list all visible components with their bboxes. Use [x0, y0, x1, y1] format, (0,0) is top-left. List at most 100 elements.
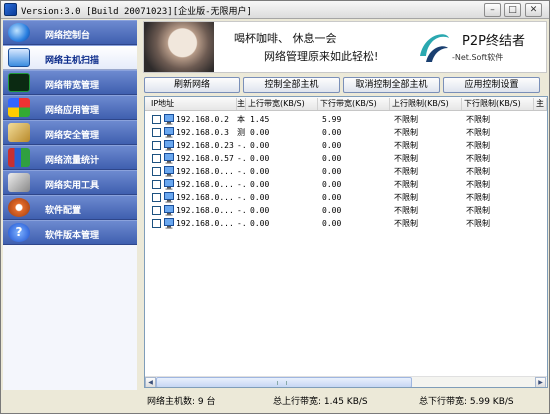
- cell-ip: 192.168.0.57: [176, 154, 234, 163]
- status-total-download: 总下行带宽: 5.99 KB/S: [419, 397, 514, 407]
- host-checkbox[interactable]: [152, 193, 161, 202]
- cell-upload: 0.00: [250, 193, 270, 202]
- sidebar-item-console[interactable]: 网络控制台: [3, 20, 137, 45]
- host-checkbox[interactable]: [152, 115, 161, 124]
- cell-upload-limit: 不限制: [394, 128, 418, 137]
- column-header-name[interactable]: 主: [237, 98, 246, 110]
- table-row[interactable]: 192.168.0.3 测 0.00 0.00 不限制 不限制: [145, 126, 547, 139]
- cell-upload-limit: 不限制: [394, 219, 418, 228]
- host-checkbox[interactable]: [152, 219, 161, 228]
- sidebar-item-label: 网络流量统计: [45, 156, 100, 166]
- cell-download-limit: 不限制: [466, 219, 490, 228]
- status-bar: 网络主机数: 9 台 总上行带宽: 1.45 KB/S 总下行带宽: 5.99 …: [143, 391, 549, 413]
- cell-download: 0.00: [322, 141, 342, 150]
- cell-download-limit: 不限制: [466, 193, 490, 202]
- sidebar-item-label: 网络控制台: [45, 31, 91, 41]
- host-checkbox[interactable]: [152, 206, 161, 215]
- computer-icon: [164, 192, 174, 203]
- cell-download: 0.00: [322, 154, 342, 163]
- cell-name: -.: [237, 219, 246, 228]
- cell-upload: 0.00: [250, 206, 270, 215]
- cancel-control-all-button[interactable]: 取消控制全部主机: [343, 77, 440, 93]
- cell-download: 0.00: [322, 206, 342, 215]
- table-row[interactable]: 192.168.0.2 本 1.45 5.99 不限制 不限制: [145, 113, 547, 126]
- computer-icon: [164, 153, 174, 164]
- scrollbar-thumb[interactable]: [156, 377, 412, 387]
- cell-download: 0.00: [322, 219, 342, 228]
- computer-icon: [164, 127, 174, 138]
- banner: 喝杯咖啡、 休息一会 网络管理原来如此轻松! P2P终结者 -Net.Soft软…: [143, 21, 547, 73]
- column-header-down[interactable]: 下行带宽(KB/S): [318, 98, 390, 110]
- sidebar-item-security[interactable]: 网络安全管理: [3, 120, 137, 145]
- cell-name: -.: [237, 167, 246, 176]
- table-header: IP地址 主 上行带宽(KB/S) 下行带宽(KB/S) 上行限制(KB/S) …: [145, 97, 547, 111]
- sidebar-item-label: 网络应用管理: [45, 106, 100, 116]
- table-row[interactable]: 192.168.0... -. 0.00 0.00 不限制 不限制: [145, 191, 547, 204]
- cell-upload: 0.00: [250, 180, 270, 189]
- sidebar-item-label: 软件版本管理: [45, 231, 100, 241]
- banner-brand: P2P终结者: [462, 34, 525, 49]
- table-row[interactable]: 192.168.0.23 -. 0.00 0.00 不限制 不限制: [145, 139, 547, 152]
- host-checkbox[interactable]: [152, 167, 161, 176]
- host-checkbox[interactable]: [152, 141, 161, 150]
- bar-chart-icon: [8, 148, 30, 167]
- cell-ip: 192.168.0...: [176, 219, 234, 228]
- banner-slogan-2: 网络管理原来如此轻松!: [264, 50, 379, 63]
- sidebar-item-label: 软件配置: [45, 206, 82, 216]
- control-all-hosts-button[interactable]: 控制全部主机: [243, 77, 340, 93]
- sidebar-item-label: 网络主机扫描: [45, 56, 100, 66]
- cell-name: -.: [237, 206, 246, 215]
- tools-icon: [8, 123, 30, 142]
- bandwidth-icon: [8, 73, 30, 92]
- column-header-up[interactable]: 上行带宽(KB/S): [246, 98, 318, 110]
- sidebar-item-label: 网络实用工具: [45, 181, 100, 191]
- app-control-settings-button[interactable]: 应用控制设置: [443, 77, 540, 93]
- sidebar-item-version[interactable]: ? 软件版本管理: [3, 220, 137, 245]
- table-row[interactable]: 192.168.0.57 -. 0.00 0.00 不限制 不限制: [145, 152, 547, 165]
- cell-download: 0.00: [322, 128, 342, 137]
- sidebar-item-utilities[interactable]: 网络实用工具: [3, 170, 137, 195]
- cell-ip: 192.168.0.23: [176, 141, 234, 150]
- cell-download: 0.00: [322, 180, 342, 189]
- host-checkbox[interactable]: [152, 154, 161, 163]
- cell-upload: 0.00: [250, 219, 270, 228]
- cell-ip: 192.168.0...: [176, 206, 234, 215]
- sidebar-item-software-config[interactable]: 软件配置: [3, 195, 137, 220]
- sidebar-item-bandwidth[interactable]: 网络带宽管理: [3, 70, 137, 95]
- cell-download-limit: 不限制: [466, 167, 490, 176]
- title-bar[interactable]: Version:3.0 [Build 20071023][企业版-无限用户] –…: [1, 1, 549, 19]
- status-total-upload: 总上行带宽: 1.45 KB/S: [273, 397, 368, 407]
- close-button[interactable]: ✕: [525, 3, 542, 17]
- cell-name: -.: [237, 154, 246, 163]
- cell-upload-limit: 不限制: [394, 180, 418, 189]
- column-header-extra[interactable]: 主: [534, 98, 547, 110]
- help-icon: ?: [8, 223, 30, 242]
- cell-download-limit: 不限制: [466, 206, 490, 215]
- host-checkbox[interactable]: [152, 128, 161, 137]
- scroll-left-arrow-icon[interactable]: ◀: [145, 377, 156, 387]
- table-row[interactable]: 192.168.0... -. 0.00 0.00 不限制 不限制: [145, 178, 547, 191]
- wrench-icon: [8, 173, 30, 192]
- sidebar-item-label: 网络带宽管理: [45, 81, 100, 91]
- table-row[interactable]: 192.168.0... -. 0.00 0.00 不限制 不限制: [145, 204, 547, 217]
- brand-logo-icon: [420, 34, 449, 62]
- cell-ip: 192.168.0...: [176, 180, 234, 189]
- maximize-button[interactable]: □: [504, 3, 521, 17]
- horizontal-scrollbar[interactable]: ◀ ▶: [145, 376, 547, 387]
- refresh-network-button[interactable]: 刷新网络: [144, 77, 240, 93]
- computer-icon: [164, 205, 174, 216]
- table-row[interactable]: 192.168.0... -. 0.00 0.00 不限制 不限制: [145, 217, 547, 230]
- table-row[interactable]: 192.168.0... -. 0.00 0.00 不限制 不限制: [145, 165, 547, 178]
- sidebar-item-traffic-stats[interactable]: 网络流量统计: [3, 145, 137, 170]
- cell-name: -.: [237, 180, 246, 189]
- minimize-button[interactable]: –: [484, 3, 501, 17]
- sidebar-item-app-management[interactable]: 网络应用管理: [3, 95, 137, 120]
- column-header-up-limit[interactable]: 上行限制(KB/S): [390, 98, 462, 110]
- scroll-right-arrow-icon[interactable]: ▶: [535, 377, 546, 387]
- sidebar-item-host-scan[interactable]: 网络主机扫描: [3, 45, 137, 70]
- sidebar: 网络控制台 网络主机扫描 网络带宽管理 网络应用管理 网络安全管理 网络流量统计…: [3, 20, 137, 390]
- column-header-down-limit[interactable]: 下行限制(KB/S): [462, 98, 534, 110]
- host-table[interactable]: IP地址 主 上行带宽(KB/S) 下行带宽(KB/S) 上行限制(KB/S) …: [144, 96, 548, 388]
- column-header-ip[interactable]: IP地址: [149, 98, 237, 110]
- host-checkbox[interactable]: [152, 180, 161, 189]
